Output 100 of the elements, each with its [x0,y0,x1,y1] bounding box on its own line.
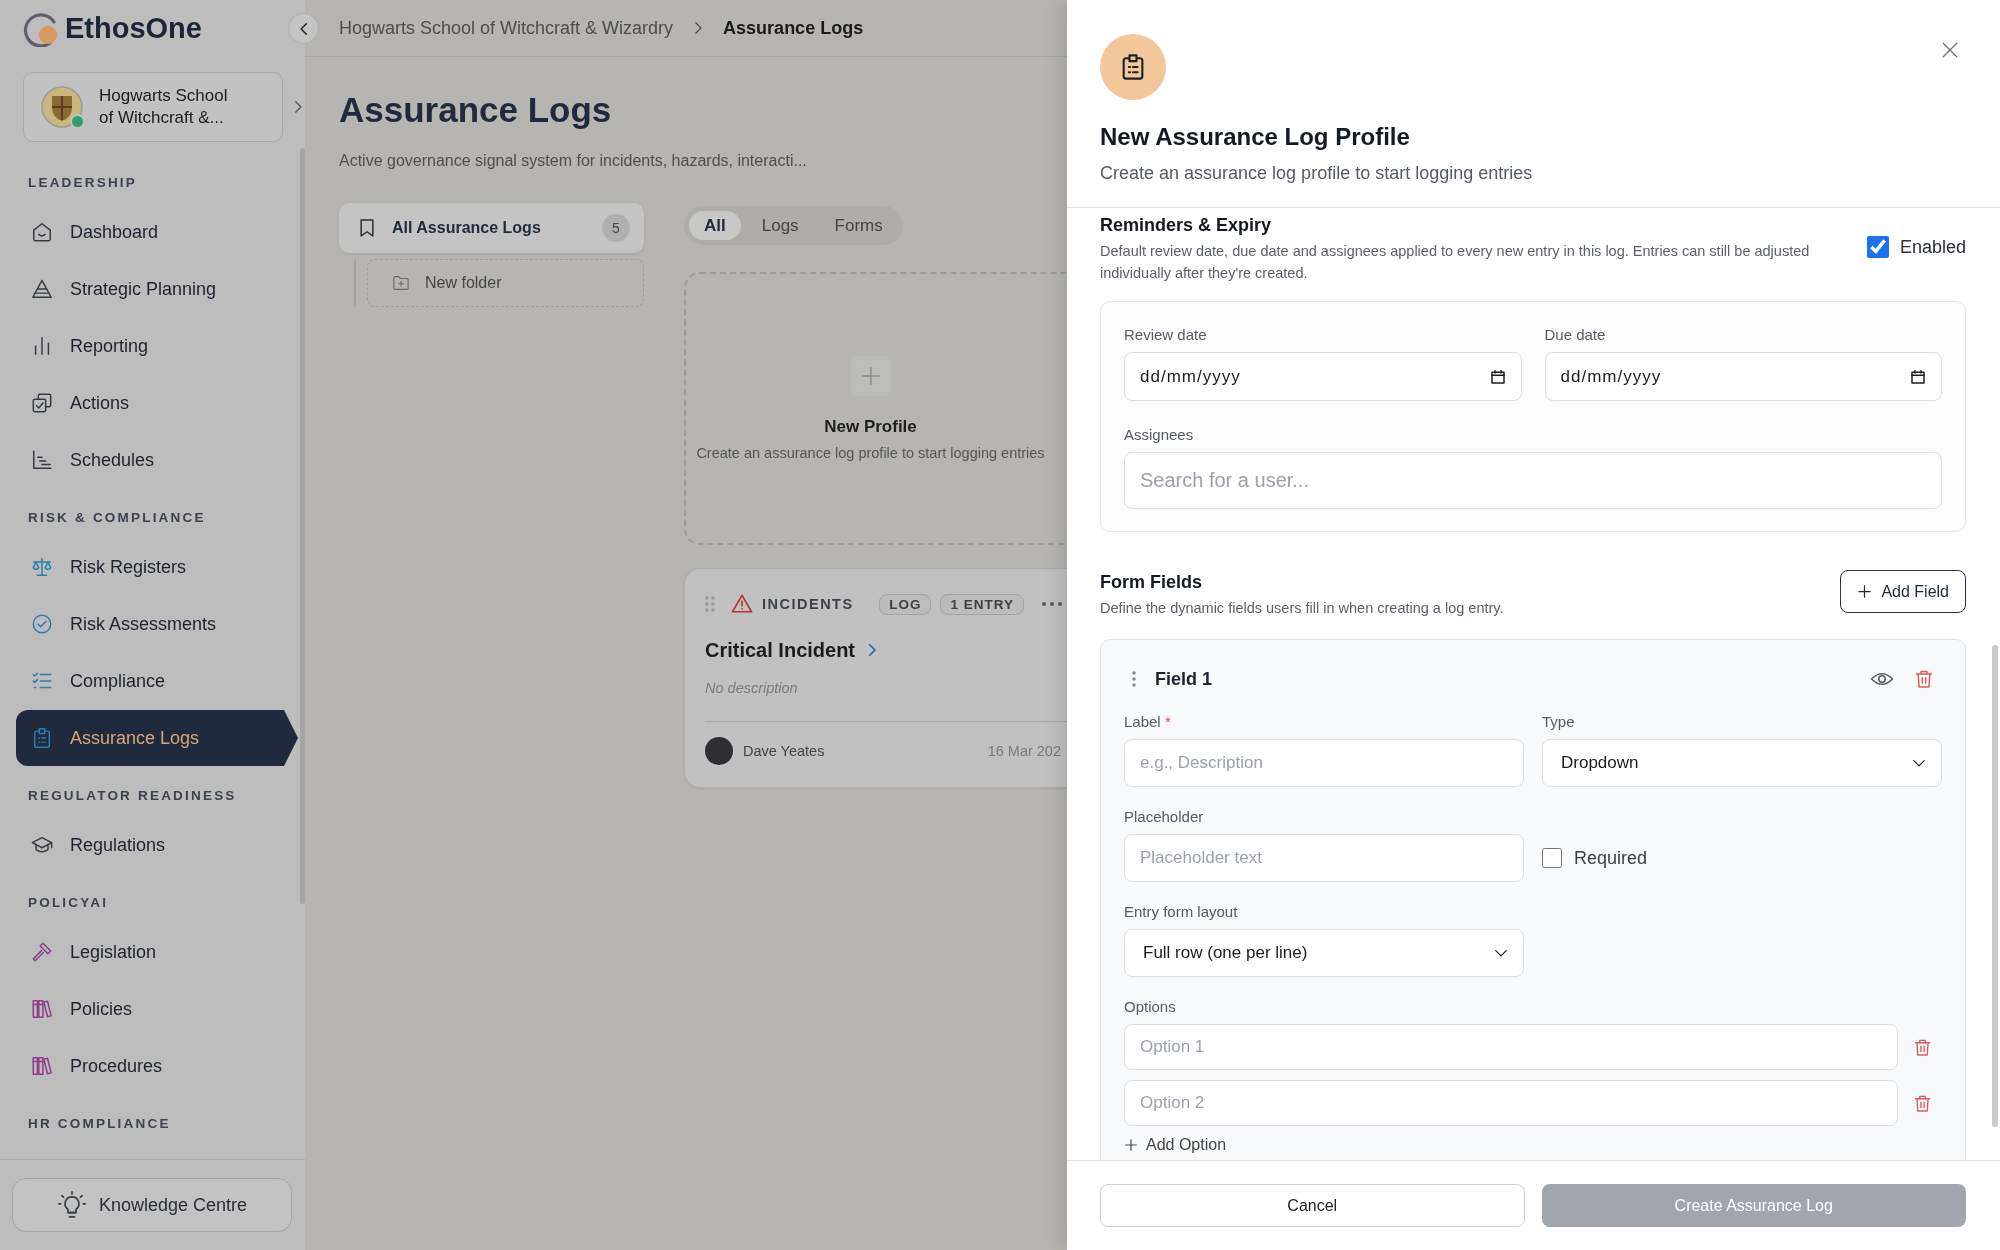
nav-item[interactable]: Reporting [16,318,298,374]
clipboard-icon [31,727,53,749]
field-label: Assignees [1124,425,1194,445]
option-input[interactable]: Option 2 [1124,1080,1898,1126]
nav-item[interactable]: Compliance [16,653,298,709]
add-option-button[interactable]: Add Option [1124,1136,1227,1154]
avatar-icon [705,737,733,765]
breadcrumb-current: Assurance Logs [723,17,864,39]
trash-icon[interactable] [1913,1037,1932,1057]
cancel-button[interactable]: Cancel [1100,1184,1525,1227]
assignee-search-field[interactable]: Search for a user... [1124,452,1942,509]
nav-item[interactable]: Legislation [16,924,298,980]
bookmark-icon [357,218,377,238]
log-title[interactable]: Critical Incident [705,638,856,662]
section-heading: POLICYAI [28,894,109,912]
checkbox-label: Enabled [1899,236,1966,258]
section-heading: RISK & COMPLIANCE [28,509,206,527]
warning-icon [731,593,753,615]
log-card[interactable]: INCIDENTS LOG 1 ENTRY Critical Incident No description Dave Yeates 16 Mar 202 [684,568,1067,788]
placeholder-input[interactable]: Placeholder text [1124,834,1524,882]
add-field-button[interactable]: Add Field [1840,570,1966,613]
scales-icon [31,556,53,578]
author-name: Dave Yeates [743,743,825,759]
type-select[interactable]: Dropdown [1542,739,1942,787]
calendar-icon [1489,368,1506,385]
nav-item[interactable]: Risk Assessments [16,596,298,652]
nav-item[interactable]: Policies [16,981,298,1037]
field-label: Label * [1124,712,1171,732]
label-input[interactable]: e.g., Description [1124,739,1524,787]
nav-item[interactable]: Procedures [16,1038,298,1094]
card-description: Create an assurance log profile to start logging entries [696,444,1045,463]
calendar-icon [1910,368,1926,385]
category-label: INCIDENTS [762,596,854,612]
close-icon[interactable] [1941,41,1959,59]
log-badge: LOG [879,593,932,615]
hammer-icon [31,941,53,963]
check-circle-icon [31,613,53,635]
field-label: Options [1124,997,1176,1017]
trash-icon[interactable] [1914,669,1934,689]
filter-tab[interactable]: Logs [746,211,814,240]
more-icon[interactable] [1042,602,1062,606]
nav-item[interactable]: Actions [16,375,298,431]
checkbox-label: Required [1574,847,1648,869]
section-heading: REGULATOR READINESS [28,787,237,805]
layout-select[interactable]: Full row (one per line) [1124,929,1524,977]
lightbulb-icon [56,1190,87,1220]
log-badge: 1 ENTRY [940,593,1024,615]
field-label: Type [1542,712,1575,732]
nav-item[interactable]: Assurance Logs [16,710,298,766]
filter-tab[interactable]: Forms [819,211,898,240]
folder-plus-icon [392,274,410,292]
panel-title: New Assurance Log Profile [1100,122,1410,152]
trash-icon[interactable] [1913,1093,1932,1113]
folder-item[interactable]: All Assurance Logs 5 [339,203,644,253]
section-heading: HR COMPLIANCE [28,1115,171,1133]
field-label: Entry form layout [1124,902,1238,922]
organisation-switcher[interactable]: Hogwarts School of Witchcraft &... [23,72,283,142]
field-label: Placeholder [1124,807,1204,827]
nav-item[interactable]: Schedules [16,432,298,488]
field-label: Due date [1544,325,1606,345]
nav-item[interactable]: Risk Registers [16,539,298,595]
shield-avatar-icon [41,86,83,128]
card-title: New Profile [824,416,917,438]
nav-item[interactable]: Regulations [16,817,298,873]
field-title: Field 1 [1155,668,1212,690]
section-title: Form Fields [1100,571,1202,594]
checkbox-stack-icon [31,392,53,414]
house-icon [31,221,53,243]
page-subtitle: Active governance signal system for incidents, hazards, interacti... [339,151,807,171]
books-icon [31,998,53,1020]
date-field[interactable]: dd/mm/yyyy [1124,352,1522,401]
drag-handle-icon[interactable] [705,596,715,612]
date-field[interactable]: dd/mm/yyyy [1544,352,1942,401]
scrollbar-thumb[interactable] [1992,645,1998,1127]
nav-item[interactable]: Dashboard [16,204,298,260]
logo-icon [23,10,59,47]
chart-lines-icon [31,449,53,471]
count-badge: 5 [602,214,630,242]
knowledge-centre-button[interactable]: Knowledge Centre [12,1178,292,1232]
pyramid-icon [31,278,53,300]
enabled-checkbox[interactable] [1866,236,1889,258]
breadcrumb-link[interactable]: Hogwarts School of Witchcraft & Wizardry [339,17,674,39]
required-checkbox[interactable] [1542,848,1562,868]
filter-tab[interactable]: All [689,211,741,240]
plus-icon [1857,584,1873,599]
new-folder-button[interactable]: New folder [367,259,644,307]
scrollbar-thumb[interactable] [300,148,305,904]
nav-item[interactable]: Strategic Planning [16,261,298,317]
drag-handle-icon[interactable] [1132,671,1136,687]
plus-icon [1124,1138,1138,1152]
section-heading: LEADERSHIP [28,174,137,192]
books-icon [31,1055,53,1077]
logo-text: EthosOne [65,12,202,45]
log-description: No description [705,679,798,698]
section-description: Define the dynamic fields users fill in when creating a log entry. [1100,599,1504,618]
plus-icon [850,356,891,396]
option-input[interactable]: Option 1 [1124,1024,1898,1070]
field-label: Review date [1124,325,1207,345]
panel-subtitle: Create an assurance log profile to start logging entries [1100,162,1533,185]
section-description: Default review date, due date and assignees applied to every new entry in this log. Entries can still be adjusted individually after they're created. [1100,242,1811,283]
